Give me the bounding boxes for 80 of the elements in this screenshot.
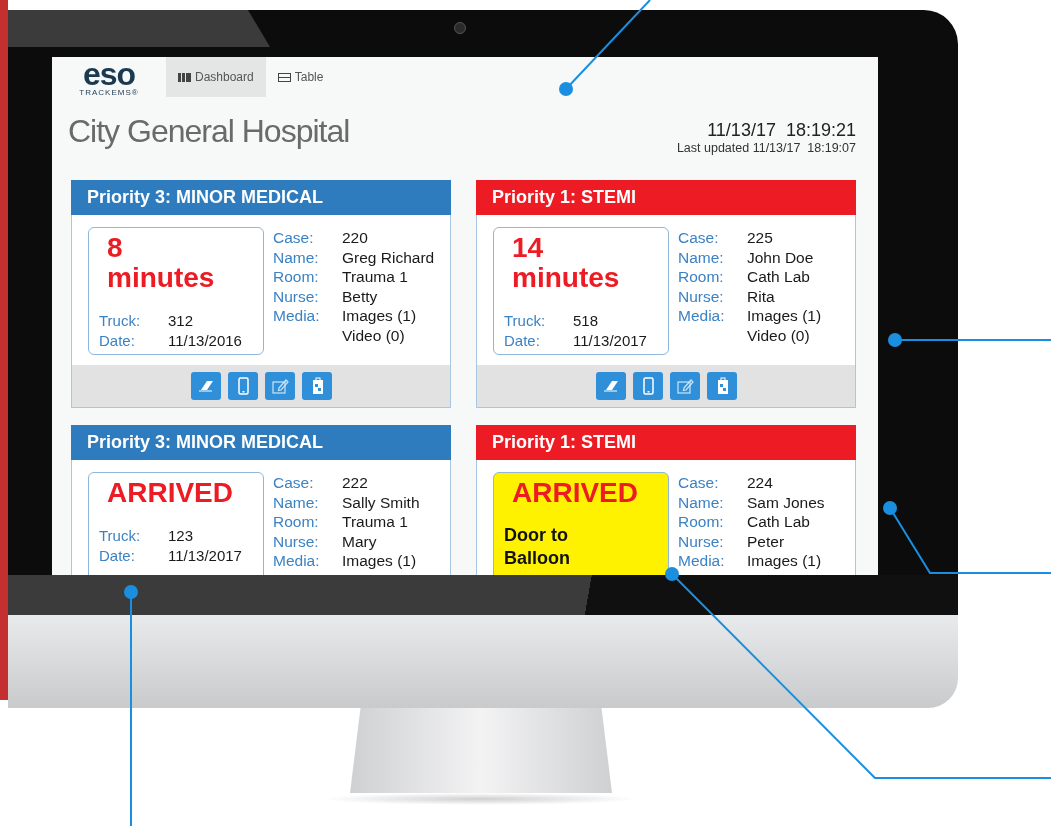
- field-value: 123: [168, 526, 195, 546]
- edit-button[interactable]: [669, 372, 700, 400]
- nav-tab[interactable]: Dashboard: [166, 57, 266, 97]
- field-label: Date:: [99, 545, 136, 565]
- field-value: Cath Lab: [747, 267, 811, 287]
- field-value: Sam Jones: [747, 492, 825, 512]
- field-label: Nurse:: [273, 286, 320, 306]
- field-value: Betty: [342, 286, 379, 306]
- clock-time: 11/13/17 18:19:21: [706, 120, 856, 141]
- field-label: Room:: [678, 512, 725, 532]
- field-value: Images (1): [747, 551, 823, 571]
- field-label: Case:: [678, 228, 720, 248]
- eraser-button[interactable]: [595, 372, 626, 400]
- field-label: Nurse:: [678, 286, 725, 306]
- field-value: John Doe: [747, 247, 815, 267]
- field-value: 220: [342, 228, 369, 248]
- status-text: ARRIVED: [511, 478, 638, 508]
- field-value: 518: [573, 311, 600, 331]
- table-icon: [277, 72, 291, 82]
- field-label: Room:: [273, 512, 320, 532]
- field-value: Greg Richard: [342, 247, 435, 267]
- field-label: Room:: [273, 267, 320, 287]
- field-label: Truck:: [99, 311, 142, 331]
- field-label: Case:: [273, 473, 315, 493]
- field-label: Truck:: [504, 311, 547, 331]
- status-note: Door to Balloon: [504, 524, 571, 570]
- field-value: 224: [747, 473, 774, 493]
- field-label: Nurse:: [273, 531, 320, 551]
- field-value: 225: [747, 228, 774, 248]
- field-label: Nurse:: [678, 531, 725, 551]
- field-value: Images (1): [747, 306, 822, 326]
- status-text: 14 minutes: [511, 233, 620, 293]
- field-label: Case:: [273, 228, 315, 248]
- clipboard-button[interactable]: [301, 372, 332, 400]
- camera-dot: [454, 22, 466, 34]
- eraser-button[interactable]: [190, 372, 221, 400]
- field-label: Name:: [273, 492, 320, 512]
- phone-button[interactable]: [632, 372, 663, 400]
- field-value: 11/13/2017: [168, 545, 243, 565]
- field-label: Name:: [678, 492, 725, 512]
- status-text: ARRIVED: [106, 478, 233, 508]
- field-label: Date:: [99, 330, 136, 350]
- field-value: Video (0): [747, 325, 811, 345]
- field-value: 312: [168, 311, 195, 331]
- field-value: Sally Smith: [342, 492, 420, 512]
- nav-tab[interactable]: Table: [265, 57, 336, 97]
- card-header: Priority 1: STEMI: [476, 180, 856, 215]
- field-value: Peter: [747, 531, 786, 551]
- card-header: Priority 1: STEMI: [476, 425, 856, 460]
- status-text: 8 minutes: [106, 233, 215, 293]
- edit-button[interactable]: [264, 372, 295, 400]
- field-label: Name:: [678, 247, 725, 267]
- field-label: Media:: [678, 551, 726, 571]
- field-label: Date:: [504, 330, 541, 350]
- field-value: Images (1): [342, 551, 418, 571]
- field-value: Trauma 1: [342, 512, 409, 532]
- field-label: Media:: [273, 551, 321, 571]
- field-label: Truck:: [99, 526, 142, 546]
- field-value: Cath Lab: [747, 512, 811, 532]
- clipboard-button[interactable]: [706, 372, 737, 400]
- field-value: Trauma 1: [342, 267, 409, 287]
- field-value: 11/13/2017: [573, 330, 648, 350]
- field-value: 11/13/2016: [168, 330, 243, 350]
- field-label: Media:: [678, 306, 726, 326]
- phone-button[interactable]: [227, 372, 258, 400]
- eso-logo: eso TRACKEMS®: [78, 57, 140, 97]
- field-value: Mary: [342, 531, 378, 551]
- field-label: Case:: [678, 473, 720, 493]
- field-value: Images (1): [342, 306, 418, 326]
- field-label: Name:: [273, 247, 320, 267]
- dashboard-icon: [178, 72, 191, 82]
- card-header: Priority 3: MINOR MEDICAL: [71, 425, 451, 460]
- field-label: Room:: [678, 267, 725, 287]
- hospital-title: City General Hospital: [68, 113, 350, 150]
- field-label: Media:: [273, 306, 321, 326]
- field-value: Rita: [747, 286, 776, 306]
- field-value: 222: [342, 473, 369, 493]
- card-header: Priority 3: MINOR MEDICAL: [71, 180, 451, 215]
- last-updated-text: Last updated 11/13/17 18:19:07: [676, 141, 856, 155]
- field-value: Video (0): [342, 325, 406, 345]
